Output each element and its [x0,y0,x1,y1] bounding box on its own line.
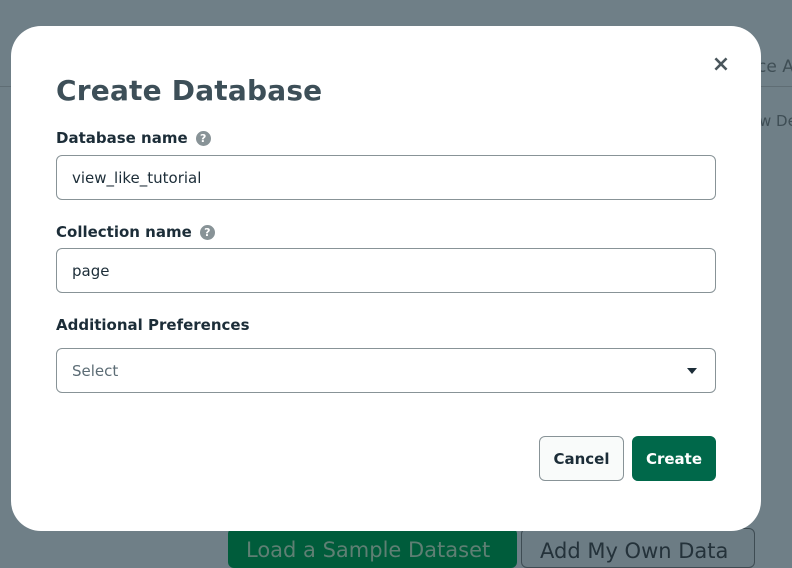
load-sample-dataset-button: Load a Sample Dataset [228,528,517,568]
chevron-down-icon [687,367,697,374]
help-icon[interactable]: ? [195,130,211,146]
background-side-fragment: w De [759,112,792,130]
database-name-label: Database name [56,129,188,147]
create-database-modal: × Create Database Database name ? Collec… [11,26,761,531]
help-icon[interactable]: ? [199,224,215,240]
additional-preferences-select[interactable]: Select [56,348,716,393]
additional-preferences-label-text: Additional Preferences [56,316,250,334]
modal-title: Create Database [56,74,323,107]
additional-preferences-label: Additional Preferences [56,316,250,334]
collection-name-label-row: Collection name ? [56,223,215,241]
collection-name-label: Collection name [56,223,192,241]
collection-name-input[interactable] [56,248,716,293]
database-name-input[interactable] [56,155,716,200]
background-tab-fragment: ce A [757,57,792,77]
select-value: Select [72,361,119,380]
cancel-button[interactable]: Cancel [539,436,624,481]
create-button[interactable]: Create [632,436,716,481]
add-my-own-data-button: Add My Own Data [521,528,755,568]
database-name-label-row: Database name ? [56,129,211,147]
close-icon[interactable]: × [711,54,731,76]
